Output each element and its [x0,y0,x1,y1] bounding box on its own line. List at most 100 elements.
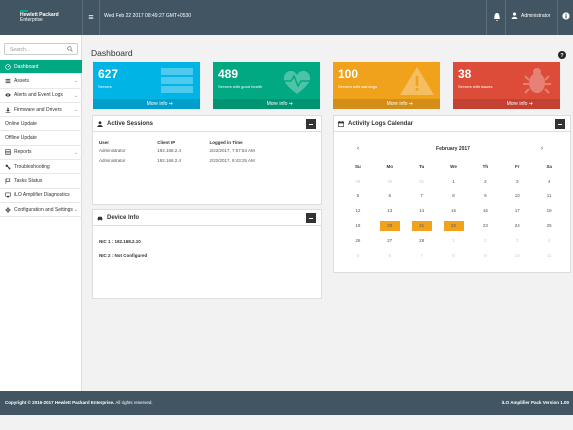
sidebar-item-label: iLO Amplifier Diagnostics [14,192,70,199]
sidebar-item-reports[interactable]: Reports ⌄ [0,146,82,161]
chevron-down-icon: ⌄ [73,106,78,113]
user-icon [97,121,103,127]
calendar-day[interactable]: 12 [342,203,374,218]
bell-icon[interactable] [492,12,502,22]
copyright: Copyright © 2016-2017 Hewlett Packard En… [5,400,153,405]
dashboard-icon [5,63,11,70]
calendar-day[interactable]: 1 [438,233,470,248]
tile-count: 38 [458,67,472,81]
tile-count: 627 [98,67,119,81]
calendar-day[interactable]: 10 [501,248,533,263]
more-info-link[interactable]: More info ➔ [453,99,560,109]
calendar-day[interactable]: 5 [342,248,374,263]
sidebar-item-dashboard[interactable]: Dashboard [0,60,82,75]
calendar-day[interactable]: 7 [406,248,438,263]
calendar-day[interactable]: 4 [533,174,565,189]
weekday-label: Tu [419,163,425,169]
flag-icon [5,178,11,184]
calendar-day-highlighted[interactable]: 21 [406,218,438,233]
active-sessions-panel: Active Sessions User Client IP Logged in T… [92,115,322,205]
calendar-month: February 2017 [436,146,470,152]
calendar-day[interactable]: 29 [342,174,374,189]
calendar-day[interactable]: 9 [469,248,501,263]
calendar-day[interactable]: 17 [501,203,533,218]
sidebar-item-ilo-amplifier-diagnostics[interactable]: iLO Amplifier Diagnostics [0,189,82,203]
table-header: Logged in Time [209,140,243,145]
page-title: Dashboard [91,48,133,58]
chevron-down-icon: ⌄ [73,92,78,99]
calendar-day[interactable]: 10 [501,189,533,204]
weekday-label: Su [355,163,361,169]
calendar-day[interactable]: 16 [469,203,501,218]
calendar-day[interactable]: 31 [406,174,438,189]
arrow-circle-right-icon: ➔ [288,101,293,107]
sidebar-item-label: Reports [14,149,32,156]
calendar-day[interactable]: 15 [438,203,470,218]
weekday-label: Mo [386,163,394,169]
calendar-day[interactable]: 26 [342,233,374,248]
calendar-day[interactable]: 24 [501,218,533,233]
calendar-day[interactable]: 27 [374,233,406,248]
svg-text:?: ? [560,53,564,59]
calendar-day[interactable]: 1 [438,174,470,189]
minimize-button[interactable] [555,119,565,129]
calendar-day[interactable]: 8 [438,189,470,204]
arrow-circle-right-icon: ➔ [528,101,533,107]
sidebar-item-troubleshooting[interactable]: Troubleshooting [0,160,82,175]
more-info-link[interactable]: More info ➔ [333,99,440,109]
tile-label: Servers with good health [218,84,263,89]
calendar-day[interactable]: 2 [469,233,501,248]
calendar-day[interactable]: 25 [533,218,565,233]
sidebar-item-configuration-and-settings[interactable]: Configuration and Settings ⌄ [0,203,82,218]
warning-icon [400,67,434,95]
sidebar-item-offline-update[interactable]: Offline Update [0,131,82,146]
calendar-day-highlighted[interactable]: 22 [438,218,470,233]
calendar-day[interactable]: 28 [406,233,438,248]
calendar-day[interactable]: 23 [469,218,501,233]
more-info-link[interactable]: More info ➔ [93,99,200,109]
minimize-button[interactable] [306,213,316,223]
sidebar-item-tasks-status[interactable]: Tasks Status [0,174,82,189]
sidebar-item-firmware-and-drivers[interactable]: Firmware and Drivers ⌄ [0,103,82,118]
sidebar-item-label: Online Update [5,120,37,127]
sidebar-item-assets[interactable]: Assets ⌄ [0,74,82,89]
minimize-button[interactable] [306,119,316,129]
table-cell: Administrator [99,158,126,163]
sidebar-item-online-update[interactable]: Online Update [0,117,82,132]
calendar-grid: Su Mo Tu We Th Fr Sa 29 30 31 1 2 3 4 5 6 7 8 9 10 11 12 13 14 1… [342,159,565,263]
calendar-next-button[interactable]: › [541,146,543,152]
nic2-info: NIC 2 : Not Configured [99,253,148,258]
calendar-day[interactable]: 13 [374,203,406,218]
calendar-day[interactable]: 4 [533,233,565,248]
user-icon [511,12,518,19]
hpe-logo: Hewlett Packard Enterprise [20,10,59,23]
calendar-day[interactable]: 11 [533,248,565,263]
calendar-day[interactable]: 6 [374,189,406,204]
sidebar-item-label: Assets [14,77,30,84]
calendar-day[interactable]: 19 [342,218,374,233]
calendar-day[interactable]: 7 [406,189,438,204]
calendar-day[interactable]: 8 [438,248,470,263]
calendar-day[interactable]: 6 [374,248,406,263]
report-icon [5,149,11,156]
calendar-day[interactable]: 14 [406,203,438,218]
user-menu[interactable]: Administrator [511,12,550,19]
more-info-link[interactable]: More info ➔ [213,99,320,109]
calendar-day[interactable]: 5 [342,189,374,204]
info-icon[interactable] [562,12,570,20]
sidebar-item-label: Configuration and Settings [14,206,73,213]
calendar-day[interactable]: 18 [533,203,565,218]
panel-title: Active Sessions [107,121,154,127]
calendar-day[interactable]: 30 [374,174,406,189]
calendar-day[interactable]: 2 [469,174,501,189]
top-bar: Hewlett Packard Enterprise ≡ Wed Feb 22 … [0,0,573,35]
calendar-day-highlighted[interactable]: 20 [374,218,406,233]
menu-toggle-icon[interactable]: ≡ [87,12,95,22]
calendar-day[interactable]: 9 [469,189,501,204]
search-input[interactable]: Search... [4,43,78,55]
calendar-day[interactable]: 3 [501,174,533,189]
sidebar-item-alerts-and-event-logs[interactable]: Alerts and Event Logs ⌄ [0,89,82,103]
calendar-day[interactable]: 11 [533,189,565,204]
help-icon[interactable]: ? [558,51,566,59]
calendar-day[interactable]: 3 [501,233,533,248]
